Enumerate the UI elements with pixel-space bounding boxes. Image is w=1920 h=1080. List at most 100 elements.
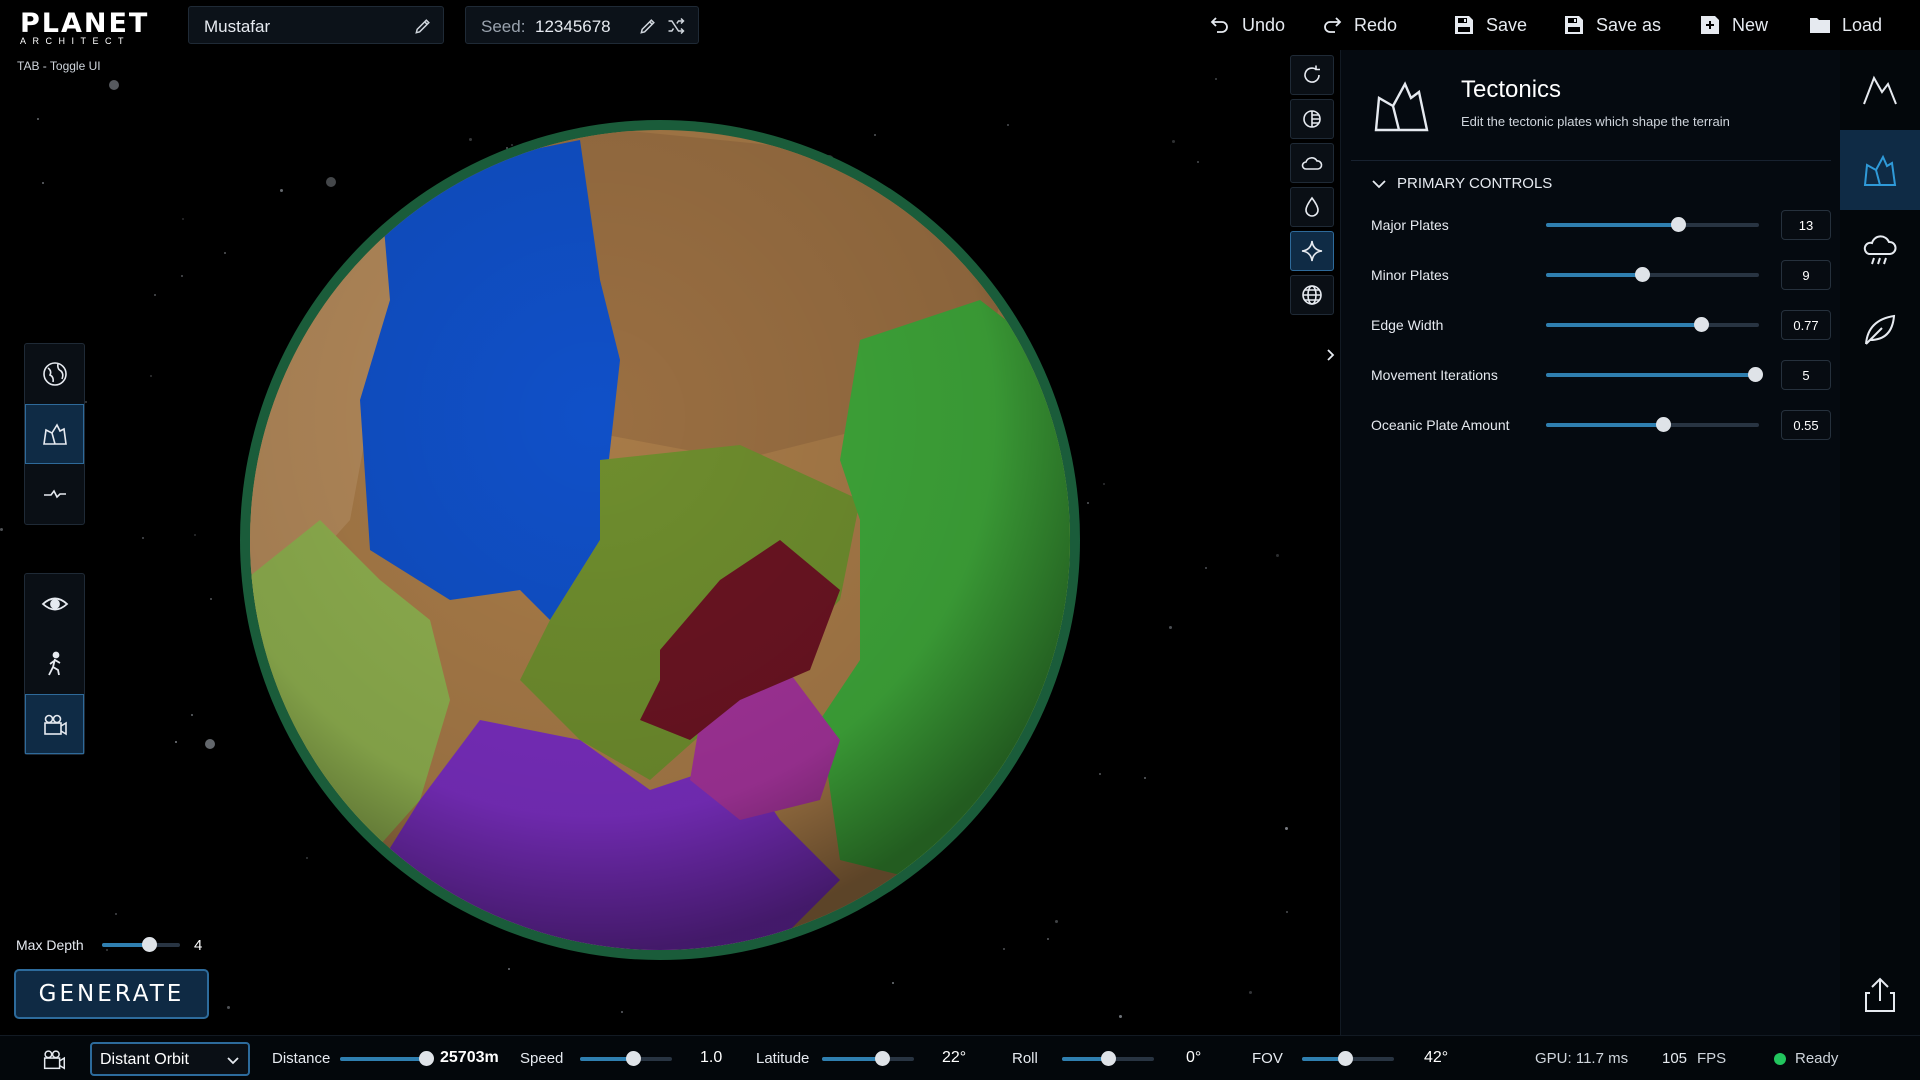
star [190,714,193,717]
category-climate[interactable] [1840,210,1920,290]
flatten-icon [43,489,66,499]
roll-knob[interactable] [1101,1051,1116,1066]
param-value-field[interactable]: 0.77 [1781,310,1831,340]
fps-value: 105 [1662,1050,1688,1067]
star [1119,1015,1123,1018]
folder-icon [1810,18,1830,33]
collapse-panel-button[interactable] [1320,340,1340,370]
panel-divider [1351,160,1831,161]
param-knob[interactable] [1747,367,1763,382]
star [1249,991,1253,995]
planet-render[interactable] [220,100,1110,980]
toggle-clouds[interactable] [1290,143,1334,183]
max-depth-slider[interactable] [102,937,180,952]
max-depth-value: 4 [194,937,203,954]
star [1168,625,1172,629]
planet-viewport[interactable] [0,0,1340,1035]
new-button[interactable]: New [1698,12,1768,38]
mountain-icon [1863,75,1897,105]
param-label: Minor Plates [1371,267,1449,283]
fov-knob[interactable] [1338,1051,1354,1066]
export-button[interactable] [1840,955,1920,1035]
param-slider[interactable] [1546,417,1759,432]
distance-knob[interactable] [418,1051,434,1066]
param-value-field[interactable]: 0.55 [1781,410,1831,440]
status-text: Ready [1795,1050,1839,1067]
speed-slider[interactable] [580,1051,672,1066]
panel-title: Tectonics [1461,76,1562,103]
camera-mode-select[interactable]: Distant Orbit [90,1042,250,1076]
panel-subtitle: Edit the tectonic plates which shape the… [1461,114,1730,129]
sparkle-icon [1301,240,1323,262]
param-knob[interactable] [1634,267,1650,282]
edit-name-icon[interactable] [413,16,433,36]
star [1205,567,1208,569]
load-button[interactable]: Load [1808,12,1882,38]
toggle-grid[interactable] [1290,275,1334,315]
tool-tectonics[interactable] [25,404,84,464]
tectonics-icon [1863,154,1897,186]
app-logo: PLANET ARCHITECT [20,8,150,47]
star [0,527,4,531]
primary-controls-header[interactable]: PRIMARY CONTROLS [1371,175,1552,192]
fov-slider[interactable] [1302,1051,1394,1066]
star [1286,910,1289,913]
redo-button[interactable]: Redo [1320,12,1397,38]
planet-name-field[interactable]: Mustafar [188,6,444,44]
param-row: Major Plates 13 [1371,210,1831,240]
param-knob[interactable] [1671,217,1687,232]
save-button[interactable]: Save [1452,12,1527,38]
param-value-field[interactable]: 5 [1781,360,1831,390]
new-file-icon [1701,16,1719,34]
right-category-sidebar [1840,50,1920,1035]
toggle-shading[interactable] [1290,99,1334,139]
tool-camera[interactable] [25,694,84,754]
undo-button[interactable]: Undo [1208,12,1285,38]
category-terrain[interactable] [1840,50,1920,130]
shuffle-icon[interactable] [666,16,686,36]
param-value-field[interactable]: 13 [1781,210,1831,240]
toggle-rotate[interactable] [1290,55,1334,95]
latitude-slider[interactable] [822,1051,914,1066]
tool-globe[interactable] [25,344,84,404]
distance-label: Distance [272,1050,331,1067]
star [108,80,119,91]
star [1171,139,1175,143]
param-value-field[interactable]: 9 [1781,260,1831,290]
max-depth-knob[interactable] [141,937,157,952]
param-slider[interactable] [1546,317,1759,332]
save-icon [1455,16,1473,34]
fov-value: 42° [1424,1049,1449,1066]
latitude-value: 22° [942,1049,967,1066]
speed-knob[interactable] [626,1051,642,1066]
param-row: Edge Width 0.77 [1371,310,1831,340]
toggle-highlight[interactable] [1290,231,1334,271]
camera-mode-value: Distant Orbit [100,1051,189,1068]
latitude-knob[interactable] [874,1051,890,1066]
param-slider[interactable] [1546,217,1759,232]
toggle-water[interactable] [1290,187,1334,227]
seed-field[interactable]: Seed: 12345678 [465,6,699,44]
save-as-button[interactable]: Save as [1562,12,1661,38]
tectonics-icon [42,423,67,445]
roll-slider[interactable] [1062,1051,1154,1066]
star [175,740,178,743]
star [181,218,184,220]
undo-label: Undo [1242,14,1286,35]
tool-view[interactable] [25,574,84,634]
tool-walk[interactable] [25,634,84,694]
distance-value: 25703m [440,1049,499,1066]
camera-icon [43,714,67,736]
param-slider[interactable] [1546,367,1763,382]
view-toggle-bar [1290,55,1334,319]
category-vegetation[interactable] [1840,290,1920,370]
generate-button[interactable]: GENERATE [14,969,209,1019]
distance-slider[interactable] [340,1051,434,1066]
param-knob[interactable] [1694,317,1710,332]
fov-label: FOV [1252,1050,1283,1067]
param-slider[interactable] [1546,267,1759,282]
category-tectonics[interactable] [1840,130,1920,210]
edit-seed-icon[interactable] [638,16,658,36]
param-knob[interactable] [1656,417,1672,432]
tool-flatten[interactable] [25,464,84,524]
